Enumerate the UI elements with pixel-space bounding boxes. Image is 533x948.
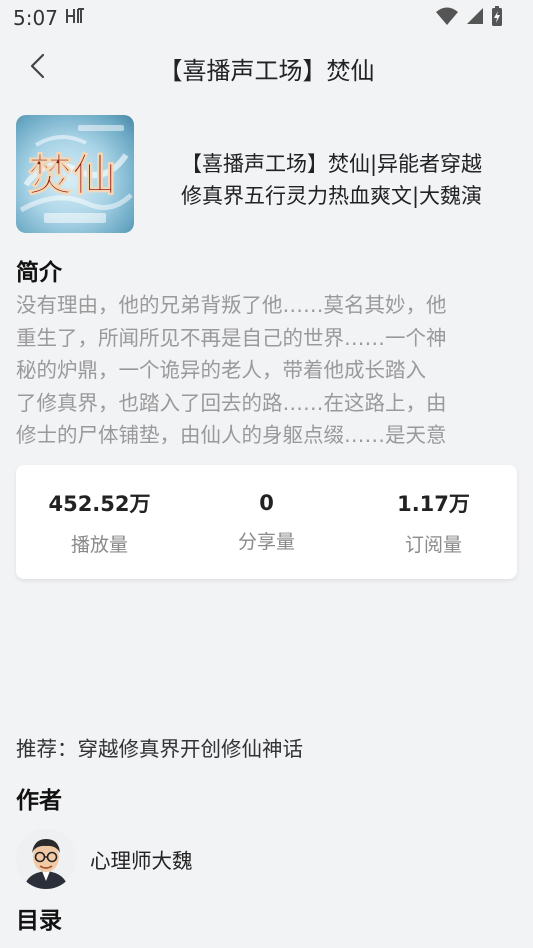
avatar-illustration [16, 829, 76, 889]
stat-value: 452.52万 [48, 491, 151, 516]
recommendation-text: 推荐：穿越修真界开创修仙神话 [16, 737, 303, 761]
stat-label: 订阅量 [404, 533, 462, 556]
wifi-icon [435, 6, 459, 31]
status-left: 5:07 [13, 6, 88, 31]
nav-bar: 【喜播声工场】焚仙 [0, 36, 533, 100]
author-name: 心理师大魏 [90, 849, 193, 873]
intro-line: 秘的炉鼎，一个诡异的老人，带着他成长踏入 [16, 358, 426, 382]
status-right [435, 5, 503, 32]
intro-text[interactable]: 没有理由，他的兄弟背叛了他……莫名其妙，他 重生了，所闻所见不再是自己的世界……… [16, 289, 517, 451]
album-cover-text: 焚仙 [28, 150, 116, 201]
stat-shares: 0 分享量 [183, 491, 350, 554]
main-content: 焚仙 【喜播声工场】焚仙|异能者穿越 修真界五行灵力热血爽文|大魏演 简介 没有… [0, 100, 533, 935]
intro-line: 重生了，所闻所见不再是自己的世界……一个神 [16, 325, 447, 350]
chevron-left-icon [28, 52, 48, 84]
stat-label: 分享量 [237, 530, 295, 553]
stats-card: 452.52万 播放量 0 分享量 1.17万 订阅量 [16, 465, 517, 579]
hd-voice-icon [64, 6, 88, 31]
author-row[interactable]: 心理师大魏 [16, 829, 517, 889]
album-header: 焚仙 【喜播声工场】焚仙|异能者穿越 修真界五行灵力热血爽文|大魏演 [16, 100, 517, 233]
album-title: 【喜播声工场】焚仙|异能者穿越 修真界五行灵力热血爽文|大魏演 [134, 136, 517, 212]
intro-line: 没有理由，他的兄弟背叛了他……莫名其妙，他 [16, 293, 447, 317]
back-button[interactable] [20, 50, 56, 86]
status-time: 5:07 [13, 6, 58, 30]
catalog-heading: 目录 [16, 908, 62, 934]
stat-plays: 452.52万 播放量 [16, 488, 183, 557]
status-bar: 5:07 [0, 0, 533, 36]
stat-label: 播放量 [70, 533, 128, 556]
intro-line: 了修真界，也踏入了回去的路……在这路上，由 [16, 390, 447, 415]
signal-icon [465, 6, 485, 31]
stat-value: 1.17万 [397, 491, 470, 516]
avatar[interactable] [16, 829, 76, 889]
intro-heading: 简介 [16, 260, 62, 286]
album-cover[interactable]: 焚仙 [16, 115, 134, 233]
page-title: 【喜播声工场】焚仙 [158, 56, 375, 85]
battery-charging-icon [491, 5, 503, 32]
stat-value: 0 [259, 490, 274, 515]
album-title-line1: 【喜播声工场】焚仙|异能者穿越 [180, 152, 483, 176]
album-cover-art: 焚仙 [19, 125, 133, 223]
intro-line: 修士的尸体铺垫，由仙人的身躯点缀……是天意 [16, 423, 447, 447]
stat-subscriptions: 1.17万 订阅量 [350, 488, 517, 557]
author-heading: 作者 [16, 788, 62, 814]
album-title-line2: 修真界五行灵力热血爽文|大魏演 [180, 184, 483, 208]
